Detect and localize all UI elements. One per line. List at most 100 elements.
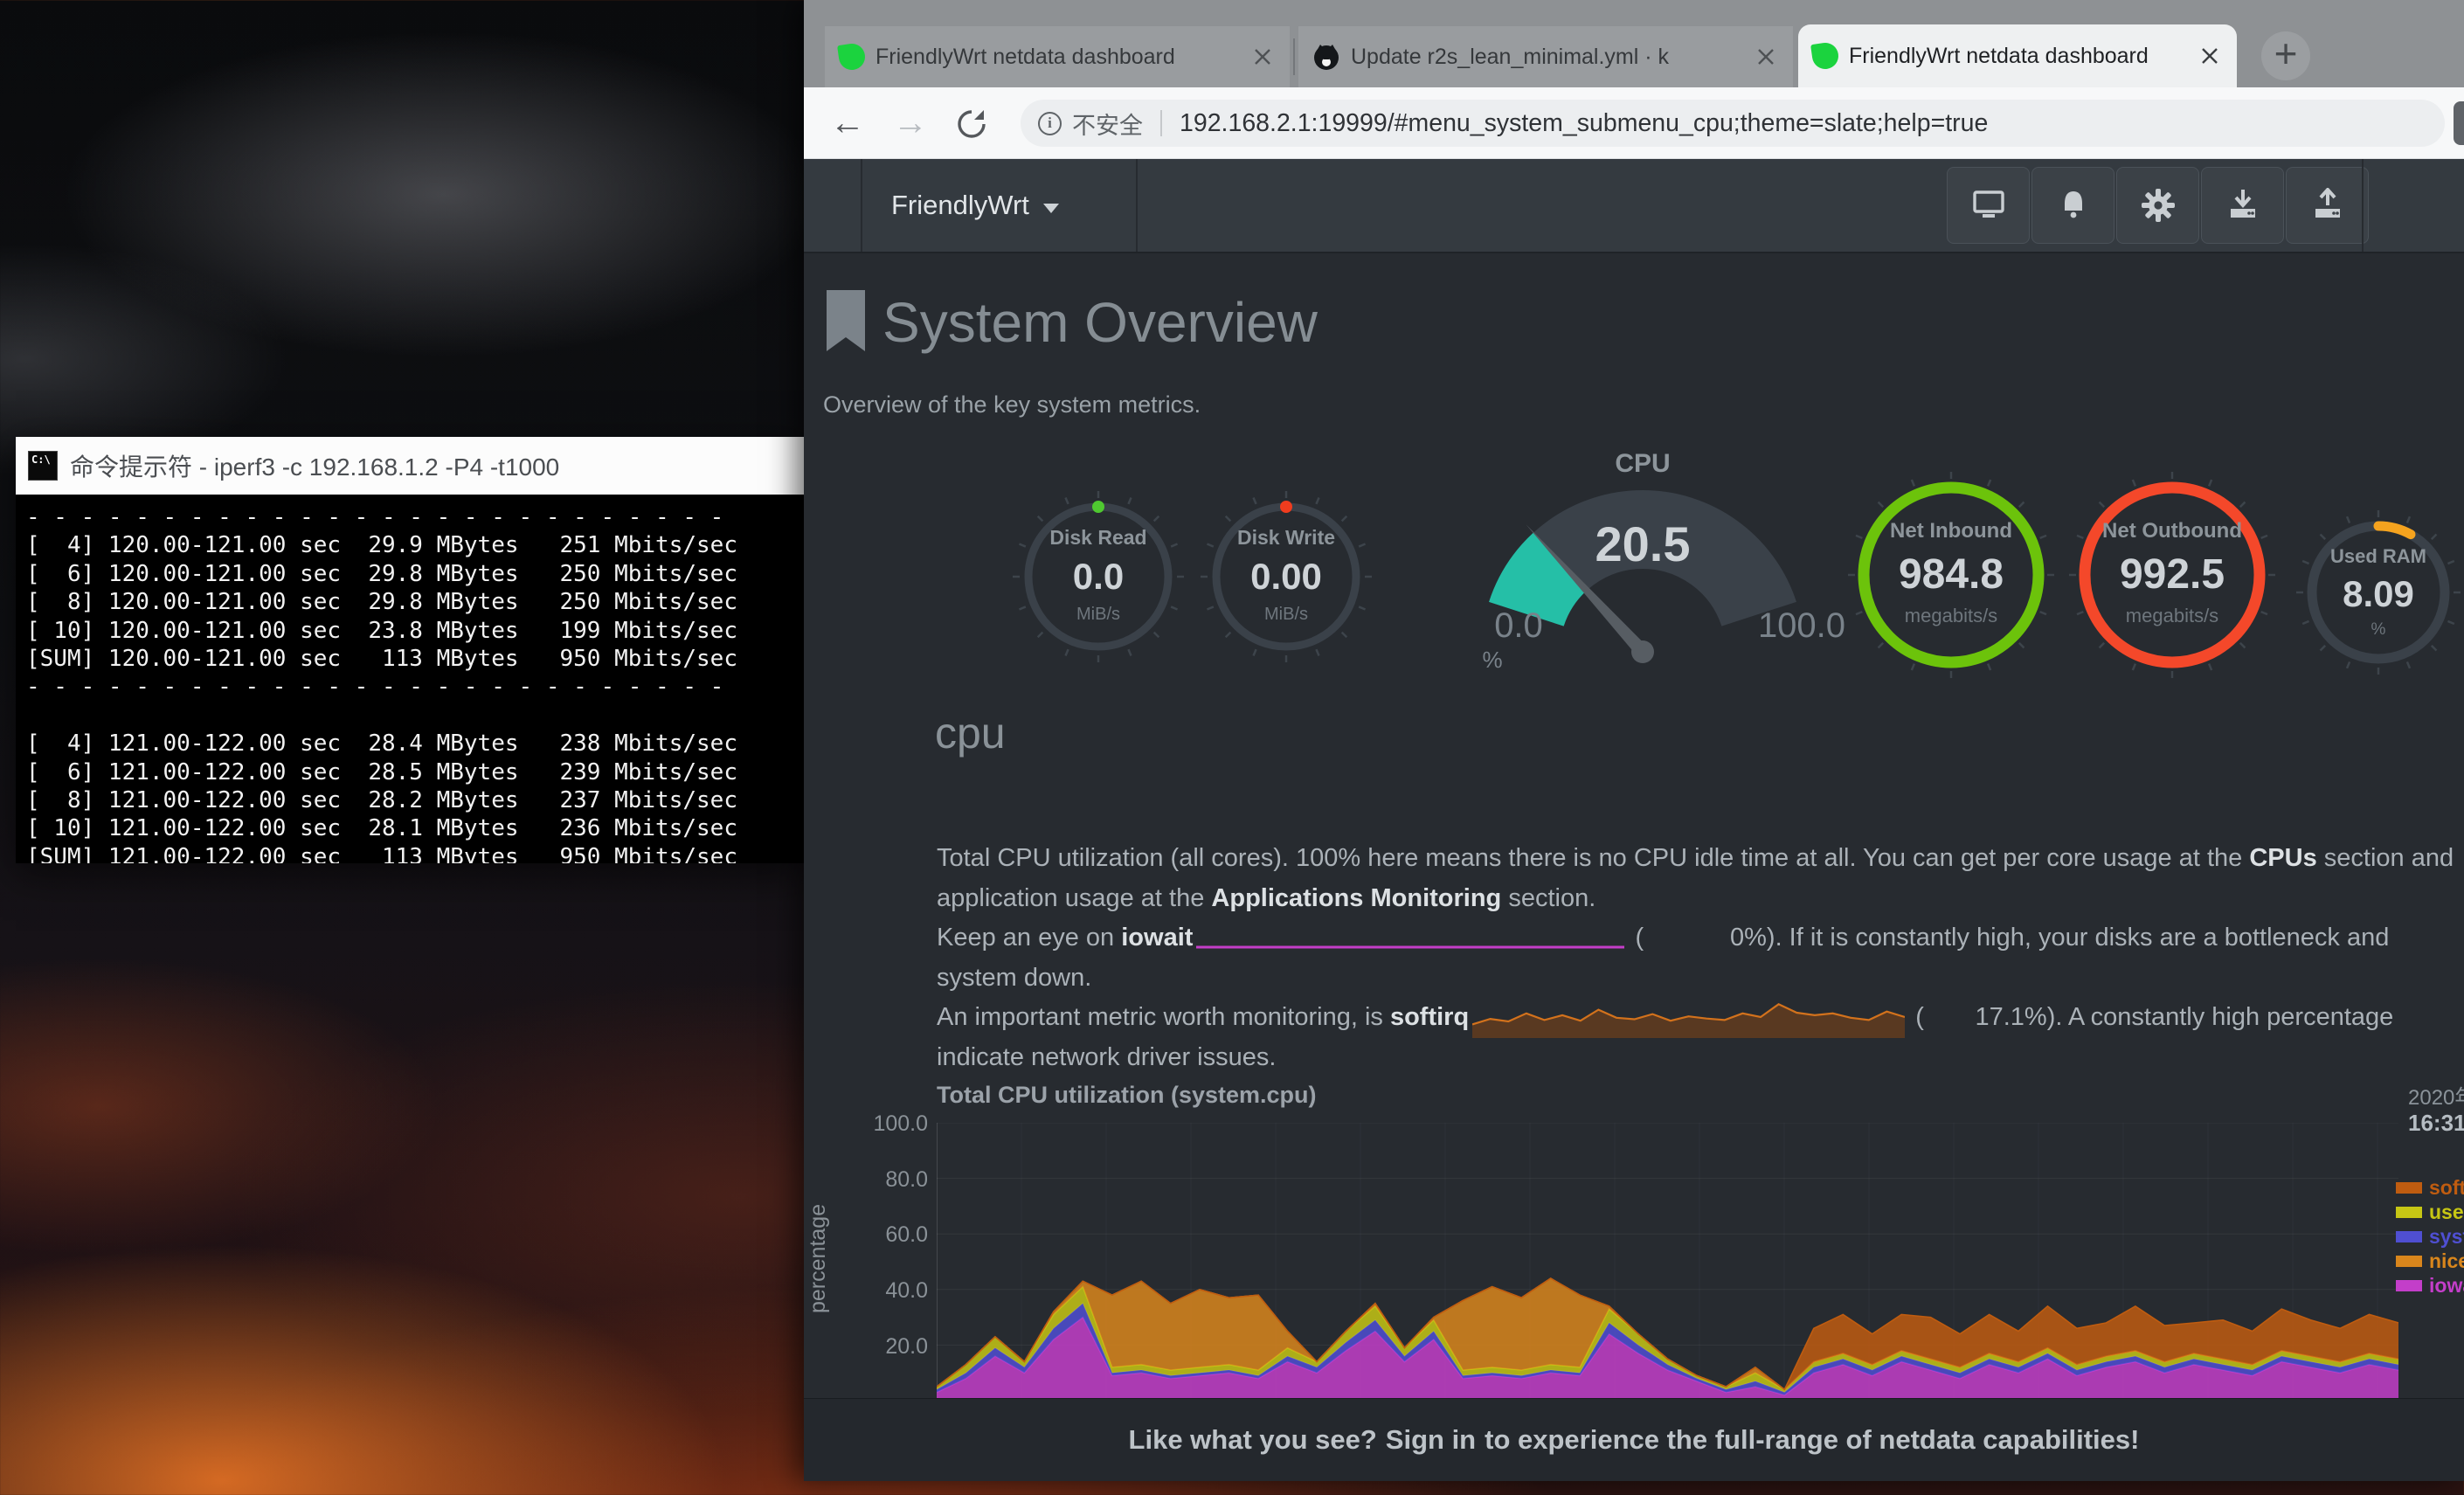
navbar-divider — [2362, 159, 2364, 252]
navbar-divider — [1136, 159, 1138, 252]
import-settings-button[interactable] — [2201, 167, 2284, 244]
reload-button[interactable] — [954, 107, 989, 142]
tab-title: Update r2s_lean_minimal.yml · k — [1351, 45, 1741, 70]
address-bar[interactable]: i 不安全 192.168.2.1:19999/#menu_system_sub… — [1021, 100, 2445, 147]
legend-item-iowait[interactable]: iowait — [2396, 1274, 2464, 1298]
back-button[interactable]: ← — [830, 103, 865, 142]
gauge-label: Used RAM — [2282, 545, 2464, 568]
iowait-value: 0 — [1644, 918, 1744, 959]
section-description: Total CPU utilization (all cores). 100% … — [937, 839, 2464, 1078]
legend-item-user[interactable]: user — [2396, 1201, 2464, 1224]
gauge-net-outbound[interactable]: Net Outbound 992.5 megabits/s — [2059, 461, 2286, 689]
settings-button[interactable] — [2116, 167, 2199, 244]
applications-monitoring-link[interactable]: Applications Monitoring — [1211, 884, 1501, 912]
netdata-navbar: FriendlyWrt — [804, 159, 2464, 253]
gauge-label: CPU — [1459, 449, 1826, 479]
gauge-disk-write[interactable]: Disk Write 0.00 MiB/s — [1181, 472, 1391, 682]
legend-swatch — [2396, 1207, 2422, 1218]
tab-title: FriendlyWrt netdata dashboard — [1849, 44, 2184, 69]
alarms-button[interactable] — [2031, 167, 2114, 244]
chart-timestamp-time: 16:31:2 — [2408, 1110, 2464, 1137]
extension-icon[interactable] — [2454, 101, 2464, 145]
legend-swatch — [2396, 1256, 2422, 1267]
gauge-label: Net Outbound — [2059, 519, 2286, 543]
bell-icon — [2057, 188, 2090, 223]
gauge-value: 984.8 — [1838, 550, 2065, 599]
omnibox-divider — [1160, 110, 1162, 136]
legend-item-system[interactable]: system — [2396, 1225, 2464, 1249]
page-subtitle: Overview of the key system metrics. — [823, 391, 1201, 419]
gauge-cpu[interactable]: CPU 20.5 0.0 100.0 % — [1459, 435, 1826, 723]
cpu-utilization-chart[interactable] — [937, 1123, 2398, 1401]
gauge-unit: MiB/s — [1181, 605, 1391, 625]
tab-title: FriendlyWrt netdata dashboard — [876, 45, 1237, 70]
iowait-sparkline — [1196, 924, 1624, 955]
terminal-title: 命令提示符 - iperf3 -c 192.168.1.2 -P4 -t1000 — [70, 448, 559, 483]
gauge-unit: % — [1466, 647, 1519, 674]
chevron-down-icon — [1043, 204, 1059, 213]
terminal-window[interactable]: C:\ 命令提示符 - iperf3 -c 192.168.1.2 -P4 -t… — [16, 437, 804, 863]
chart-ylabel: percentage — [806, 1162, 837, 1354]
gauge-min: 0.0 — [1466, 606, 1571, 646]
y-tick: 20.0 — [839, 1334, 928, 1360]
gauge-label: Net Inbound — [1838, 519, 2065, 543]
gauge-unit: MiB/s — [993, 605, 1203, 625]
nodes-view-button[interactable] — [1947, 167, 2030, 244]
tab-close-icon[interactable] — [1249, 44, 1276, 70]
export-settings-button[interactable] — [2286, 167, 2369, 244]
bookmark-icon — [825, 288, 867, 355]
cmd-icon: C:\ — [28, 451, 58, 481]
forward-button[interactable]: → — [893, 103, 928, 142]
gauge-value: 992.5 — [2059, 550, 2286, 599]
description-line: application usage at the Applications Mo… — [937, 879, 2464, 919]
description-line: An important metric worth monitoring, is… — [937, 998, 2464, 1038]
gauge-net-inbound[interactable]: Net Inbound 984.8 megabits/s — [1838, 461, 2065, 689]
signin-text: to experience the full-range of netdata … — [1485, 1424, 2139, 1456]
softirq-value: 17.1 — [1924, 998, 2024, 1038]
gauge-unit: megabits/s — [2059, 605, 2286, 627]
terminal-body[interactable]: - - - - - - - - - - - - - - - - - - - - … — [16, 495, 804, 863]
netdata-favicon-icon — [837, 42, 867, 72]
gauge-unit: megabits/s — [1838, 605, 2065, 627]
tab-netdata-1[interactable]: FriendlyWrt netdata dashboard — [825, 26, 1290, 87]
security-label[interactable]: 不安全 — [1072, 107, 1143, 141]
legend-item-softirq[interactable]: softirq — [2396, 1176, 2464, 1200]
upload-icon — [2310, 188, 2345, 223]
softirq-sparkline — [1472, 1000, 1905, 1038]
gauge-value: 0.0 — [993, 556, 1203, 598]
gauge-disk-read[interactable]: Disk Read 0.0 MiB/s — [993, 472, 1203, 682]
navbar-divider — [861, 159, 862, 252]
gear-icon — [2140, 187, 2177, 224]
gauge-value: 0.00 — [1181, 556, 1391, 598]
url-text[interactable]: 192.168.2.1:19999/#menu_system_submenu_c… — [1180, 109, 1988, 138]
terminal-titlebar[interactable]: C:\ 命令提示符 - iperf3 -c 192.168.1.2 -P4 -t… — [16, 437, 804, 495]
new-tab-button[interactable]: + — [2261, 31, 2310, 80]
host-dropdown[interactable]: FriendlyWrt — [891, 159, 1059, 252]
signin-banner: Like what you see? Sign in to experience… — [804, 1398, 2464, 1481]
signin-link[interactable]: Sign in — [1386, 1424, 1476, 1456]
y-tick: 60.0 — [839, 1222, 928, 1248]
gauge-unit: % — [2282, 620, 2464, 640]
host-name: FriendlyWrt — [891, 190, 1029, 221]
gauge-used-ram[interactable]: Used RAM 8.09 % — [2282, 496, 2464, 689]
desktop: { "terminal": { "title": "命令提示符 - iperf3… — [0, 0, 2464, 1495]
page-title: System Overview — [882, 290, 1318, 355]
gauge-label: Disk Write — [1181, 526, 1391, 550]
tab-netdata-active[interactable]: FriendlyWrt netdata dashboard — [1798, 24, 2237, 87]
netdata-favicon-icon — [1810, 41, 1840, 71]
tab-close-icon[interactable] — [1753, 44, 1779, 70]
site-info-icon[interactable]: i — [1038, 112, 1062, 135]
chart-title: Total CPU utilization (system.cpu) — [937, 1082, 1317, 1109]
legend-swatch — [2396, 1280, 2422, 1291]
tab-close-icon[interactable] — [2197, 43, 2223, 69]
chart-timestamp-date: 2020年3 — [2408, 1080, 2464, 1111]
tab-github[interactable]: Update r2s_lean_minimal.yml · k — [1298, 26, 1793, 87]
gauge-value: 20.5 — [1459, 516, 1826, 572]
section-heading: cpu — [935, 708, 1006, 758]
description-line: indicate network driver issues. — [937, 1038, 2464, 1078]
description-line: Total CPU utilization (all cores). 100% … — [937, 839, 2464, 879]
browser-toolbar: ← → i 不安全 192.168.2.1:19999/#menu_system… — [804, 87, 2464, 159]
cpus-link[interactable]: CPUs — [2249, 844, 2316, 872]
legend-item-nice[interactable]: nice — [2396, 1249, 2464, 1273]
tab-strip: FriendlyWrt netdata dashboard Update r2s… — [804, 0, 2464, 87]
